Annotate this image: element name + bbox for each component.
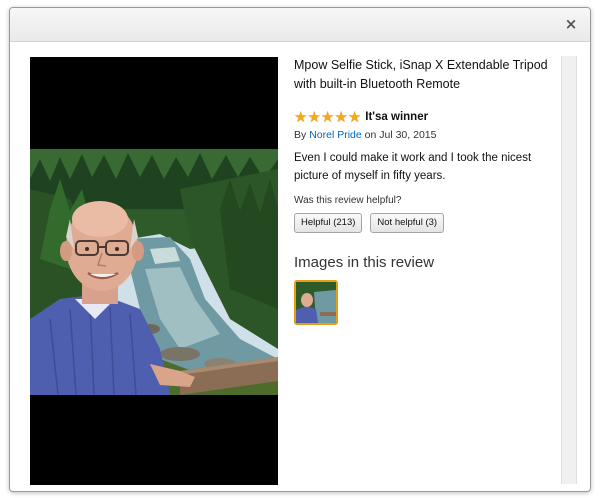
review-byline: By Norel Pride on Jul 30, 2015 [294, 129, 564, 141]
date-prefix: on [364, 129, 377, 141]
modal-header: × [10, 8, 590, 42]
helpful-question: Was this review helpful? [294, 195, 402, 206]
star-icon: ★ [307, 107, 321, 126]
close-icon: × [564, 15, 578, 33]
details-scrollbar[interactable] [561, 56, 577, 484]
star-icon: ★ [334, 107, 348, 126]
review-photo [30, 149, 278, 395]
review-date: Jul 30, 2015 [379, 129, 437, 141]
product-title[interactable]: Mpow Selfie Stick, iSnap X Extendable Tr… [294, 52, 564, 94]
star-icon: ★ [320, 107, 335, 126]
author-link[interactable]: Norel Pride [309, 129, 362, 141]
review-image-thumbnail[interactable] [294, 280, 338, 325]
close-button[interactable]: × [562, 15, 580, 33]
helpful-buttons: Helpful (213) Not helpful (3) [294, 213, 564, 233]
helpful-button[interactable]: Helpful (213) [294, 213, 363, 233]
rating-row: ★ ★ ★ ★ ★ It'sa winner [294, 109, 564, 125]
review-body: Even I could make it work and I took the… [294, 152, 532, 182]
review-photo-viewer [30, 57, 278, 485]
review-details: Mpow Selfie Stick, iSnap X Extendable Tr… [294, 52, 564, 325]
review-image-modal: × Mpow Selfie Stick, iSnap X Extendable … [9, 7, 591, 492]
images-section-heading: Images in this review [294, 254, 435, 271]
star-icon: ★ [347, 107, 362, 126]
star-icon: ★ [294, 107, 308, 126]
not-helpful-button[interactable]: Not helpful (3) [370, 213, 445, 233]
byline-prefix: By [294, 129, 307, 141]
review-title: It'sa winner [365, 111, 429, 123]
star-rating: ★ ★ ★ ★ ★ [294, 107, 362, 126]
